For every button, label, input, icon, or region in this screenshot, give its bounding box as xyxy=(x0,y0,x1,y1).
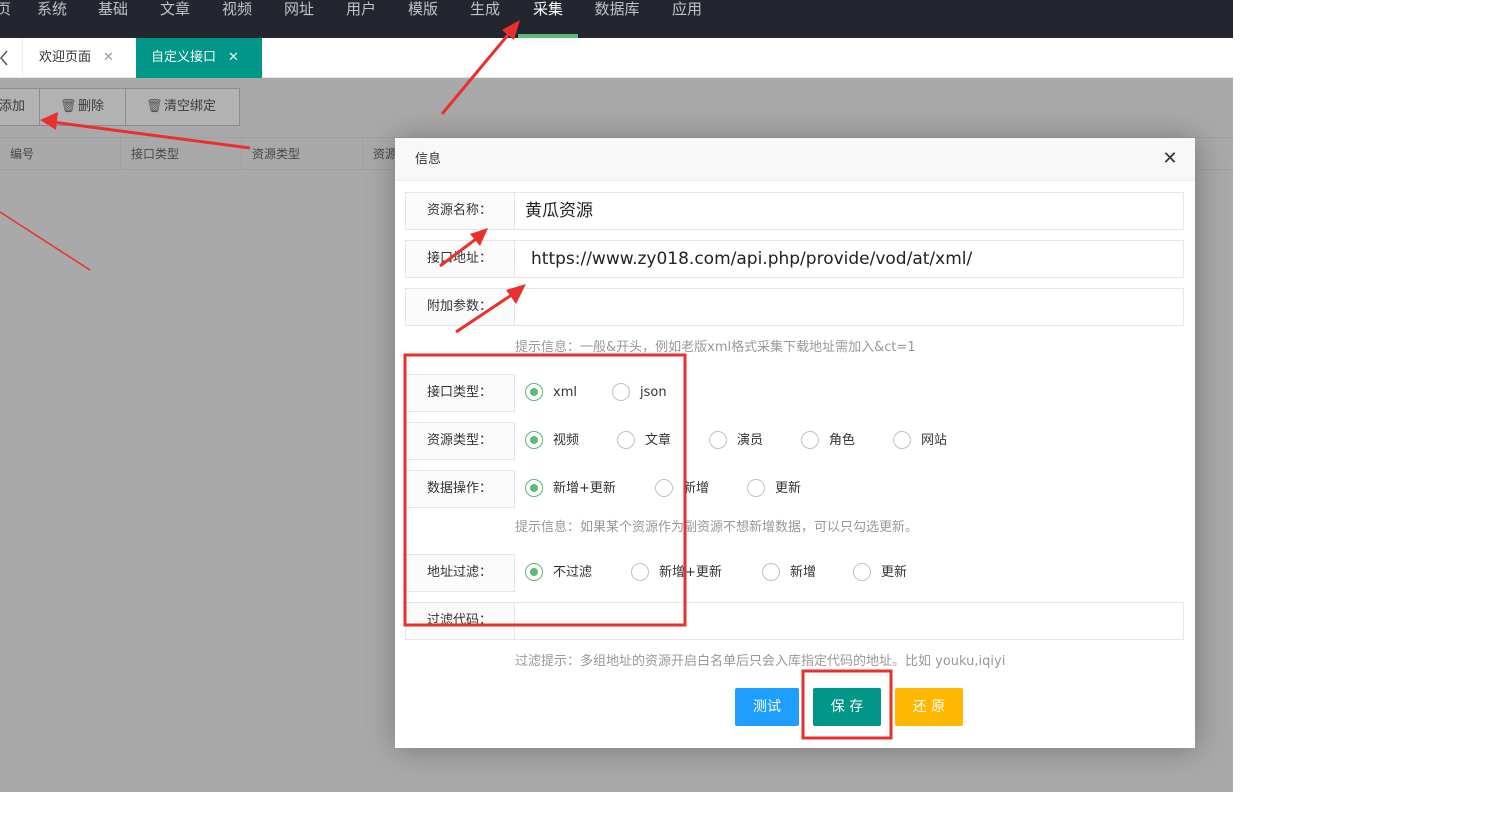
radio-filter-add[interactable]: 新增 xyxy=(762,562,816,583)
radio-res-type-actor[interactable]: 演员 xyxy=(709,430,763,451)
top-nav: 页 系统 基础 文章 视频 网址 用户 模版 生成 采集 数据库 应用 xyxy=(0,0,1233,38)
tab-bar: 欢迎页面 ✕ 自定义接口 ✕ xyxy=(0,38,1233,78)
close-icon[interactable]: ✕ xyxy=(1161,150,1179,168)
nav-item-article[interactable]: 文章 xyxy=(158,0,192,38)
close-icon[interactable]: ✕ xyxy=(103,50,114,65)
radio-unchecked-icon xyxy=(801,430,819,449)
nav-item-url[interactable]: 网址 xyxy=(282,0,316,38)
nav-item-generate[interactable]: 生成 xyxy=(468,0,502,38)
resource-type-label: 资源类型： xyxy=(405,422,515,460)
close-icon[interactable]: ✕ xyxy=(228,50,239,65)
radio-unchecked-icon xyxy=(631,562,649,581)
nav-item-basic[interactable]: 基础 xyxy=(96,0,130,38)
nav-item-video[interactable]: 视频 xyxy=(220,0,254,38)
data-op-hint: 提示信息：如果某个资源作为副资源不想新增数据，可以只勾选更新。 xyxy=(515,520,919,535)
chevron-left-icon[interactable] xyxy=(0,48,12,68)
radio-filter-update[interactable]: 更新 xyxy=(853,562,907,583)
resource-name-label: 资源名称： xyxy=(405,192,515,230)
radio-unchecked-icon xyxy=(762,562,780,581)
radio-unchecked-icon xyxy=(655,478,673,497)
info-dialog: 信息 ✕ 资源名称： 黄瓜资源 接口地址： https://www.zy018.… xyxy=(395,138,1195,748)
api-type-label: 接口类型： xyxy=(405,374,515,412)
nav-item-system[interactable]: 系统 xyxy=(36,0,68,38)
reset-button[interactable]: 还 原 xyxy=(895,688,963,726)
nav-item-user[interactable]: 用户 xyxy=(344,0,378,38)
radio-unchecked-icon xyxy=(747,478,765,497)
radio-checked-icon xyxy=(525,478,543,497)
radio-checked-icon xyxy=(525,382,543,401)
filter-code-input[interactable] xyxy=(514,602,1184,640)
radio-unchecked-icon xyxy=(709,430,727,449)
radio-data-op-add[interactable]: 新增 xyxy=(655,478,709,499)
nav-item-app[interactable]: 应用 xyxy=(670,0,704,38)
resource-name-input[interactable]: 黄瓜资源 xyxy=(514,192,1184,230)
extra-params-label: 附加参数： xyxy=(405,288,515,326)
radio-unchecked-icon xyxy=(612,382,630,401)
extra-params-input[interactable] xyxy=(514,288,1184,326)
radio-unchecked-icon xyxy=(893,430,911,449)
radio-checked-icon xyxy=(525,430,543,449)
radio-res-type-article[interactable]: 文章 xyxy=(617,430,671,451)
radio-filter-none[interactable]: 不过滤 xyxy=(525,562,592,583)
nav-item-database[interactable]: 数据库 xyxy=(592,0,642,38)
params-hint: 提示信息：一般&开头，例如老版xml格式采集下载地址需加入&ct=1 xyxy=(515,340,916,355)
test-button[interactable]: 测试 xyxy=(735,688,799,726)
radio-res-type-video[interactable]: 视频 xyxy=(525,430,579,451)
filter-code-label: 过滤代码： xyxy=(405,602,515,640)
radio-data-op-update[interactable]: 更新 xyxy=(747,478,801,499)
dialog-title: 信息 xyxy=(395,138,1195,181)
radio-res-type-website[interactable]: 网站 xyxy=(893,430,947,451)
radio-checked-icon xyxy=(525,562,543,581)
radio-filter-add-update[interactable]: 新增+更新 xyxy=(631,562,722,583)
nav-item-home[interactable]: 页 xyxy=(0,0,11,38)
api-url-label: 接口地址： xyxy=(405,240,515,278)
api-url-input[interactable]: https://www.zy018.com/api.php/provide/vo… xyxy=(514,240,1184,278)
radio-unchecked-icon xyxy=(853,562,871,581)
nav-item-template[interactable]: 模版 xyxy=(406,0,440,38)
radio-unchecked-icon xyxy=(617,430,635,449)
radio-api-type-xml[interactable]: xml xyxy=(525,382,577,403)
radio-api-type-json[interactable]: json xyxy=(612,382,667,403)
radio-data-op-add-update[interactable]: 新增+更新 xyxy=(525,478,616,499)
tab-custom-api[interactable]: 自定义接口 ✕ xyxy=(136,38,262,78)
radio-res-type-role[interactable]: 角色 xyxy=(801,430,855,451)
data-op-label: 数据操作： xyxy=(405,470,515,508)
filter-hint: 过滤提示：多组地址的资源开启白名单后只会入库指定代码的地址。比如 youku,i… xyxy=(515,654,1006,669)
url-filter-label: 地址过滤： xyxy=(405,554,515,592)
save-button[interactable]: 保 存 xyxy=(813,688,881,726)
tab-welcome[interactable]: 欢迎页面 ✕ xyxy=(22,38,136,78)
nav-item-collect[interactable]: 采集 xyxy=(518,0,578,38)
